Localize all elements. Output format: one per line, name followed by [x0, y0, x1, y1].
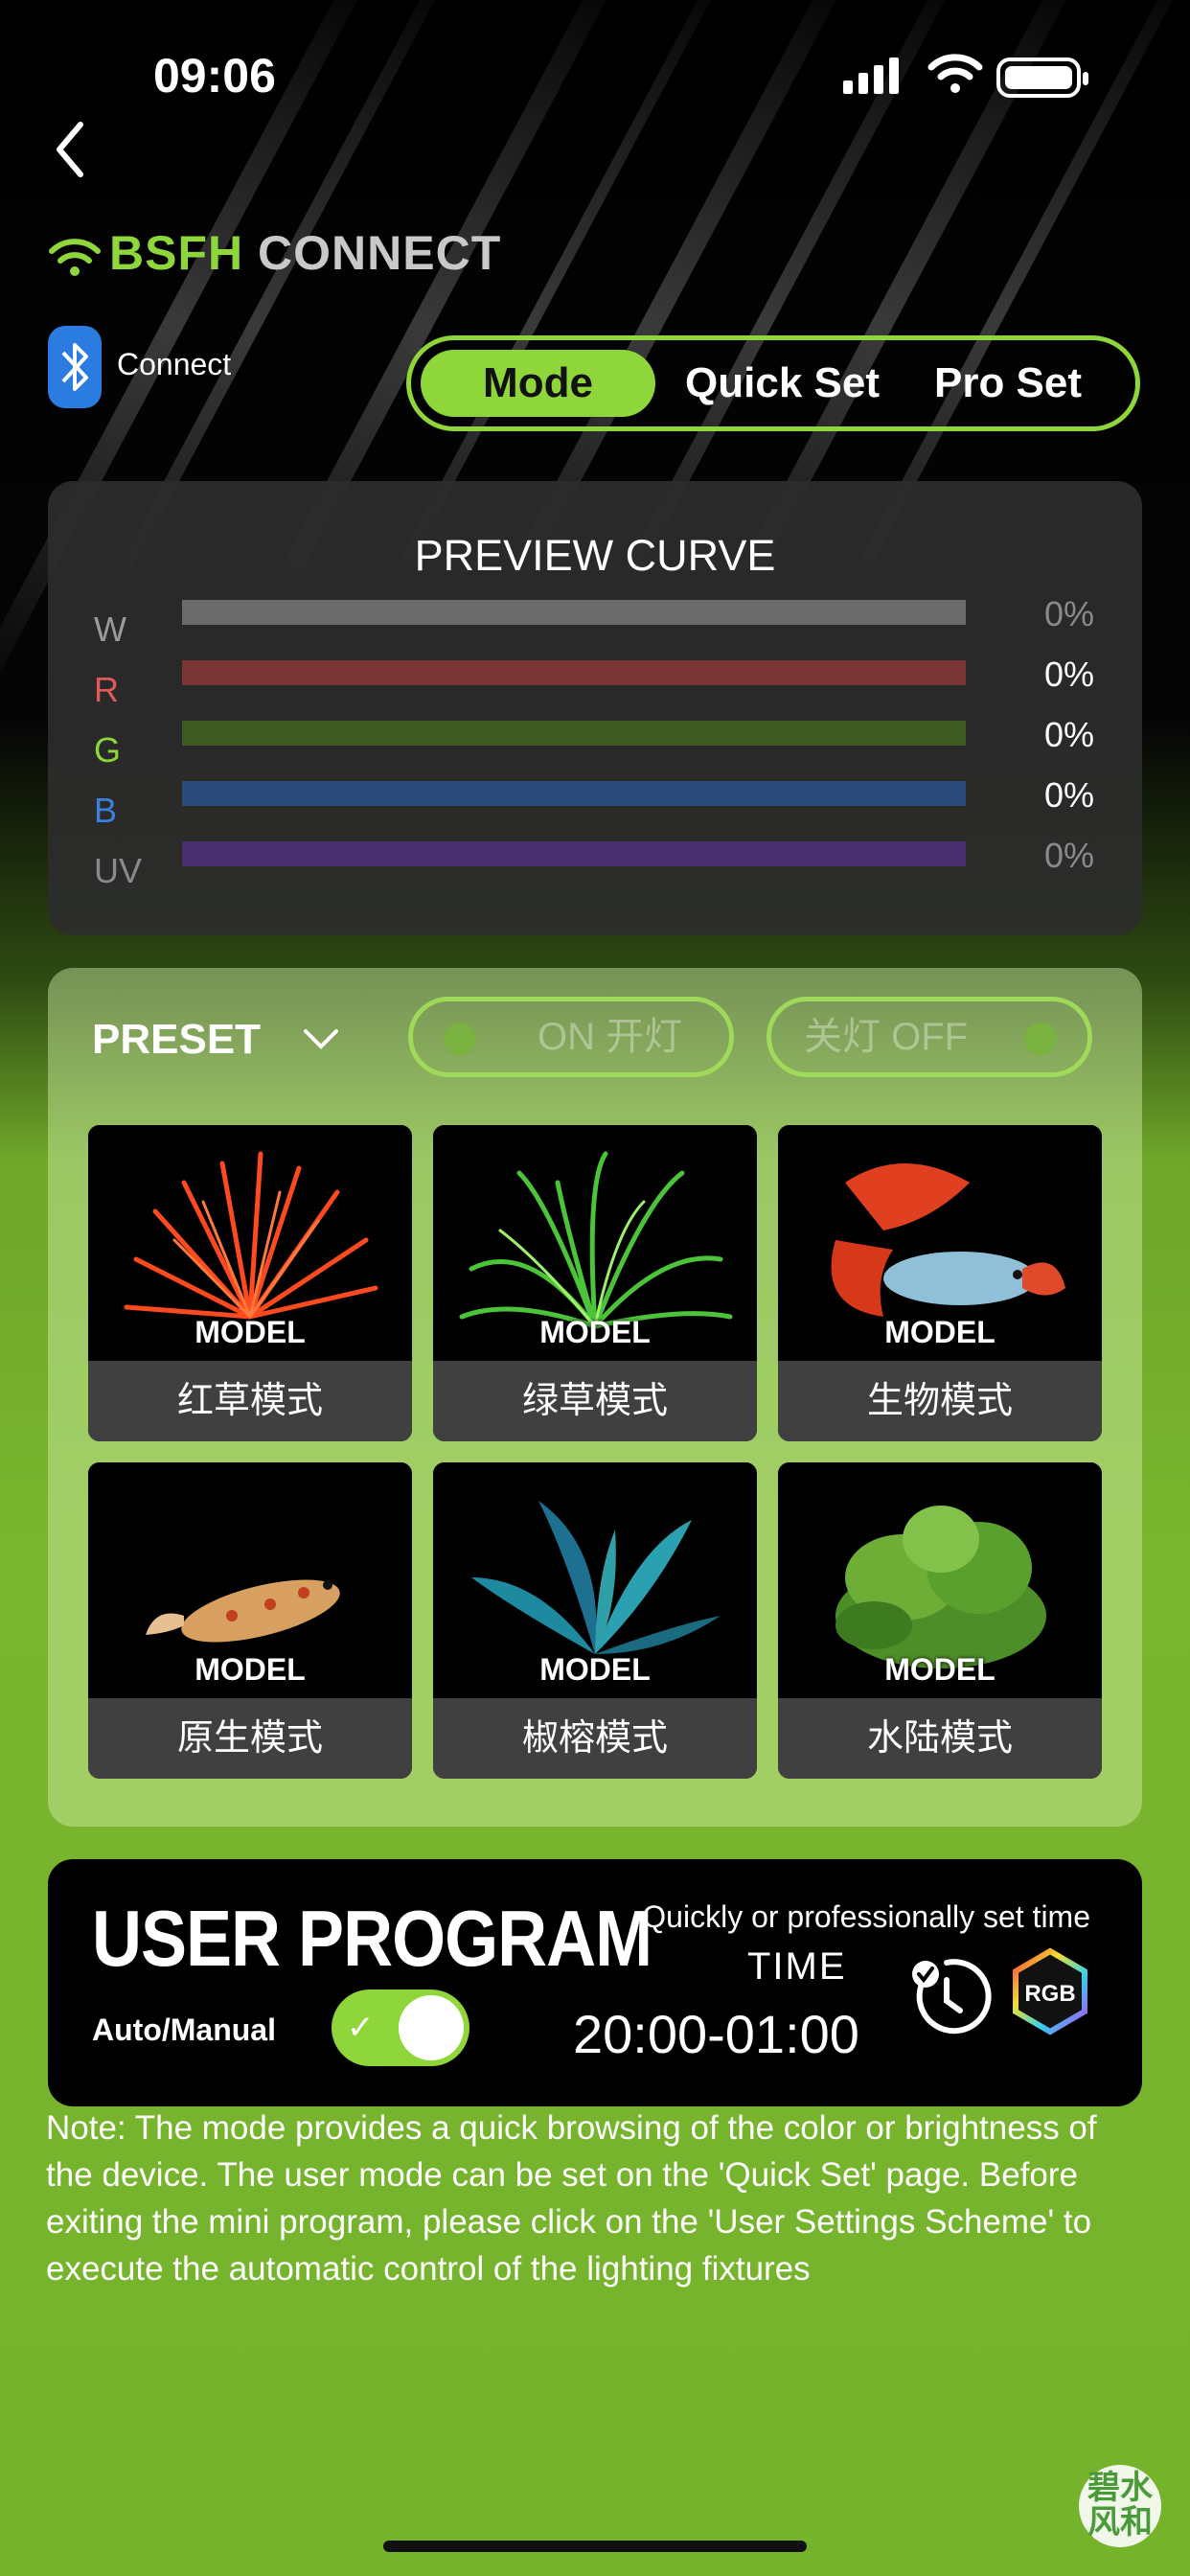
light-off-button[interactable]: 关灯 OFF	[767, 997, 1092, 1077]
channel-bar	[182, 600, 966, 625]
channel-bar	[182, 781, 966, 806]
channel-value: 0%	[1043, 655, 1094, 694]
model-tag: MODEL	[884, 1652, 995, 1687]
back-icon[interactable]	[48, 115, 105, 182]
card-caption: 红草模式	[88, 1361, 412, 1441]
brand-name-part1: BSFH	[109, 226, 244, 280]
preset-panel: PRESET ON 开灯 关灯 OFF MODEL 红草模式 MODEL 绿草模…	[48, 968, 1142, 1827]
light-on-button[interactable]: ON 开灯	[408, 997, 734, 1077]
brand-wifi-icon	[49, 238, 101, 276]
auto-manual-label: Auto/Manual	[92, 2012, 276, 2047]
light-on-label: ON 开灯	[538, 1016, 683, 1058]
preset-card-native[interactable]: MODEL 原生模式	[88, 1462, 412, 1779]
channel-row-g: G 0%	[48, 715, 1142, 778]
chevron-down-icon[interactable]	[302, 1027, 340, 1050]
battery-icon	[996, 58, 1088, 98]
model-tag: MODEL	[195, 1652, 306, 1687]
channel-label: R	[94, 670, 119, 709]
brand-logo: BSFH CONNECT	[48, 225, 501, 281]
channel-label: UV	[94, 851, 143, 890]
channel-label: W	[94, 610, 126, 649]
home-indicator[interactable]	[383, 2541, 807, 2552]
user-program-title: USER PROGRAM	[92, 1895, 652, 1984]
user-program-subtitle: Quickly or professionally set time	[642, 1899, 1090, 1934]
preview-curve-panel: PREVIEW CURVE W 0% R 0% G 0% B 0% UV 0%	[48, 481, 1142, 935]
auto-manual-toggle[interactable]: ✓	[332, 1990, 469, 2066]
check-icon: ✓	[347, 2010, 375, 2046]
tab-mode[interactable]: Mode	[421, 350, 655, 417]
channel-row-uv: UV 0%	[48, 836, 1142, 899]
channel-label: B	[94, 791, 118, 830]
model-tag: MODEL	[539, 1315, 651, 1349]
watermark-logo: 碧水 风和	[1079, 2465, 1161, 2547]
model-tag: MODEL	[884, 1315, 995, 1349]
tab-quick-set[interactable]: Quick Set	[665, 350, 900, 417]
channel-row-r: R 0%	[48, 655, 1142, 718]
status-bar: 09:06	[0, 48, 1190, 105]
card-caption: 椒榕模式	[433, 1698, 757, 1779]
user-program-panel[interactable]: USER PROGRAM Auto/Manual ✓ Quickly or pr…	[48, 1859, 1142, 2106]
preset-title[interactable]: PRESET	[92, 1016, 261, 1064]
wifi-icon	[927, 54, 983, 93]
channel-bar	[182, 721, 966, 746]
watermark-line2: 风和	[1087, 2504, 1153, 2541]
channel-bar	[182, 841, 966, 866]
preset-card-anubias[interactable]: MODEL 椒榕模式	[433, 1462, 757, 1779]
model-tag: MODEL	[195, 1315, 306, 1349]
card-caption: 绿草模式	[433, 1361, 757, 1441]
light-off-label: 关灯 OFF	[804, 1016, 969, 1058]
preset-card-bio[interactable]: MODEL 生物模式	[778, 1125, 1102, 1441]
status-time: 09:06	[153, 49, 276, 103]
time-label: TIME	[747, 1945, 847, 1988]
channel-label: G	[94, 730, 122, 770]
channel-value: 0%	[1043, 594, 1094, 633]
channel-row-b: B 0%	[48, 775, 1142, 839]
preset-card-paludarium[interactable]: MODEL 水陆模式	[778, 1462, 1102, 1779]
watermark-line1: 碧水	[1087, 2470, 1153, 2506]
bluetooth-icon[interactable]	[48, 326, 102, 408]
tab-pro-set[interactable]: Pro Set	[898, 350, 1118, 417]
card-caption: 生物模式	[778, 1361, 1102, 1441]
card-caption: 原生模式	[88, 1698, 412, 1779]
bluetooth-connect-label[interactable]: Connect	[117, 347, 231, 382]
preview-title: PREVIEW CURVE	[414, 531, 776, 580]
note-text: Note: The mode provides a quick browsing…	[46, 2109, 1097, 2288]
model-tag: MODEL	[539, 1652, 651, 1687]
channel-value: 0%	[1043, 836, 1094, 875]
time-range: 20:00-01:00	[573, 2004, 859, 2064]
channel-row-w: W 0%	[48, 594, 1142, 657]
timer-icon	[912, 1959, 992, 2035]
cellular-signal-icon	[843, 58, 904, 94]
card-caption: 水陆模式	[778, 1698, 1102, 1779]
mode-tabs: Mode Quick Set Pro Set	[406, 335, 1140, 431]
channel-bar	[182, 660, 966, 685]
rgb-icon: RGB	[1006, 1947, 1094, 2036]
preset-card-green-grass[interactable]: MODEL 绿草模式	[433, 1125, 757, 1441]
channel-value: 0%	[1043, 775, 1094, 815]
channel-value: 0%	[1043, 715, 1094, 754]
preset-card-red-grass[interactable]: MODEL 红草模式	[88, 1125, 412, 1441]
rgb-text: RGB	[1024, 1981, 1075, 2007]
brand-name-part2: CONNECT	[258, 226, 502, 280]
